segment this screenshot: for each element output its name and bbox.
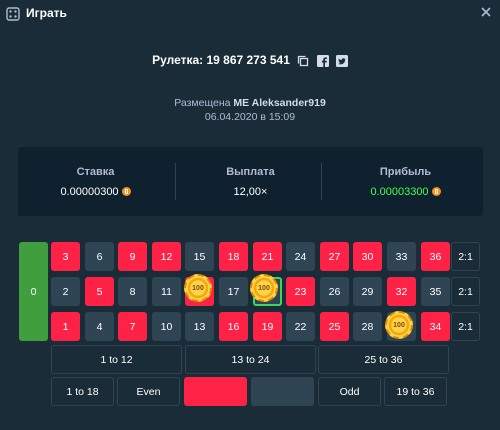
zero-cell[interactable]: 0 (19, 242, 48, 341)
number-cell-29[interactable]: 29 (353, 277, 382, 306)
number-cell-14[interactable]: 14 (185, 277, 214, 306)
number-cell-6[interactable]: 6 (85, 242, 114, 271)
number-cell-32[interactable]: 32 (387, 277, 416, 306)
dice-icon (6, 7, 20, 21)
stat-divider (321, 163, 322, 200)
stat-bet: Ставка 0.00000300 (18, 147, 173, 216)
number-cell-9[interactable]: 9 (118, 242, 147, 271)
modal-header: Играть (0, 0, 500, 28)
number-cell-27[interactable]: 27 (320, 242, 349, 271)
roulette-id-line: Рулетка: 19 867 273 541 (0, 53, 500, 67)
number-cell-8[interactable]: 8 (118, 277, 147, 306)
bitcoin-icon (431, 187, 441, 196)
number-cell-33[interactable]: 33 (387, 242, 416, 271)
number-cell-7[interactable]: 7 (118, 312, 147, 341)
dozen-bet-3[interactable]: 25 to 36 (318, 345, 449, 374)
stat-bet-label: Ставка (76, 166, 115, 178)
number-cell-23[interactable]: 23 (286, 277, 315, 306)
placed-date: 06.04.2020 в 15:09 (204, 111, 296, 123)
number-cell-12[interactable]: 12 (152, 242, 181, 271)
number-cell-24[interactable]: 24 (286, 242, 315, 271)
stat-profit: Прибыль 0.00003300 (328, 147, 483, 216)
number-cell-34[interactable]: 34 (421, 312, 450, 341)
placed-info: Размещена ME Aleksander919 06.04.2020 в … (0, 96, 500, 124)
number-cell-16[interactable]: 16 (219, 312, 248, 341)
number-cell-30[interactable]: 30 (353, 242, 382, 271)
number-cell-5[interactable]: 5 (85, 277, 114, 306)
number-cell-3[interactable]: 3 (51, 242, 80, 271)
stat-bet-value-line: 0.00000300 (18, 186, 173, 198)
bitcoin-icon (121, 187, 131, 196)
dozen-bet-2[interactable]: 13 to 24 (185, 345, 316, 374)
stat-payout-value-line: 12,00× (173, 186, 328, 198)
red-bet[interactable] (184, 377, 247, 406)
dozen-bet-1[interactable]: 1 to 12 (51, 345, 182, 374)
close-icon[interactable] (478, 4, 494, 20)
stat-profit-label: Прибыль (379, 166, 432, 178)
stat-profit-value: 0.00003300 (370, 186, 429, 198)
even-bet[interactable]: Even (117, 377, 180, 406)
column-bet-2[interactable]: 2:1 (451, 277, 480, 306)
number-cell-13[interactable]: 13 (185, 312, 214, 341)
number-cell-15[interactable]: 15 (185, 242, 214, 271)
modal-title: Играть (26, 6, 67, 20)
number-cell-2[interactable]: 2 (51, 277, 80, 306)
number-cell-22[interactable]: 22 (286, 312, 315, 341)
stat-profit-value-line: 0.00003300 (328, 186, 483, 198)
twitter-icon[interactable] (335, 55, 348, 67)
odd-bet[interactable]: Odd (318, 377, 381, 406)
stat-payout-label: Выплата (226, 166, 275, 178)
placed-by-line: Размещена ME Aleksander919 (0, 96, 500, 110)
placed-by-prefix: Размещена (174, 97, 231, 109)
bet-stats-panel: Ставка 0.00000300 Выплата 12,00× Прибыль… (18, 147, 483, 216)
number-cell-10[interactable]: 10 (152, 312, 181, 341)
number-cell-18[interactable]: 18 (219, 242, 248, 271)
stat-payout: Выплата 12,00× (173, 147, 328, 216)
number-cell-4[interactable]: 4 (85, 312, 114, 341)
number-cell-1[interactable]: 1 (51, 312, 80, 341)
number-cell-21[interactable]: 21 (253, 242, 282, 271)
low-bet[interactable]: 1 to 18 (51, 377, 114, 406)
number-cell-17[interactable]: 17 (219, 277, 248, 306)
number-cell-20[interactable]: 20 (253, 277, 282, 306)
number-cell-28[interactable]: 28 (353, 312, 382, 341)
number-cell-31[interactable]: 31 (387, 312, 416, 341)
roulette-id: Рулетка: 19 867 273 541 (152, 53, 290, 67)
column-bet-3[interactable]: 2:1 (451, 312, 480, 341)
copy-icon[interactable] (297, 55, 309, 67)
column-bet-1[interactable]: 2:1 (451, 242, 480, 271)
stat-payout-value: 12,00× (233, 186, 268, 198)
stat-bet-value: 0.00000300 (60, 186, 119, 198)
number-cell-19[interactable]: 19 (253, 312, 282, 341)
black-bet[interactable] (251, 377, 314, 406)
number-cell-35[interactable]: 35 (421, 277, 450, 306)
number-cell-11[interactable]: 11 (152, 277, 181, 306)
placed-by-user[interactable]: ME Aleksander919 (233, 97, 325, 109)
number-cell-26[interactable]: 26 (320, 277, 349, 306)
facebook-icon[interactable] (316, 55, 329, 67)
number-cell-36[interactable]: 36 (421, 242, 450, 271)
high-bet[interactable]: 19 to 36 (384, 377, 447, 406)
number-cell-25[interactable]: 25 (320, 312, 349, 341)
